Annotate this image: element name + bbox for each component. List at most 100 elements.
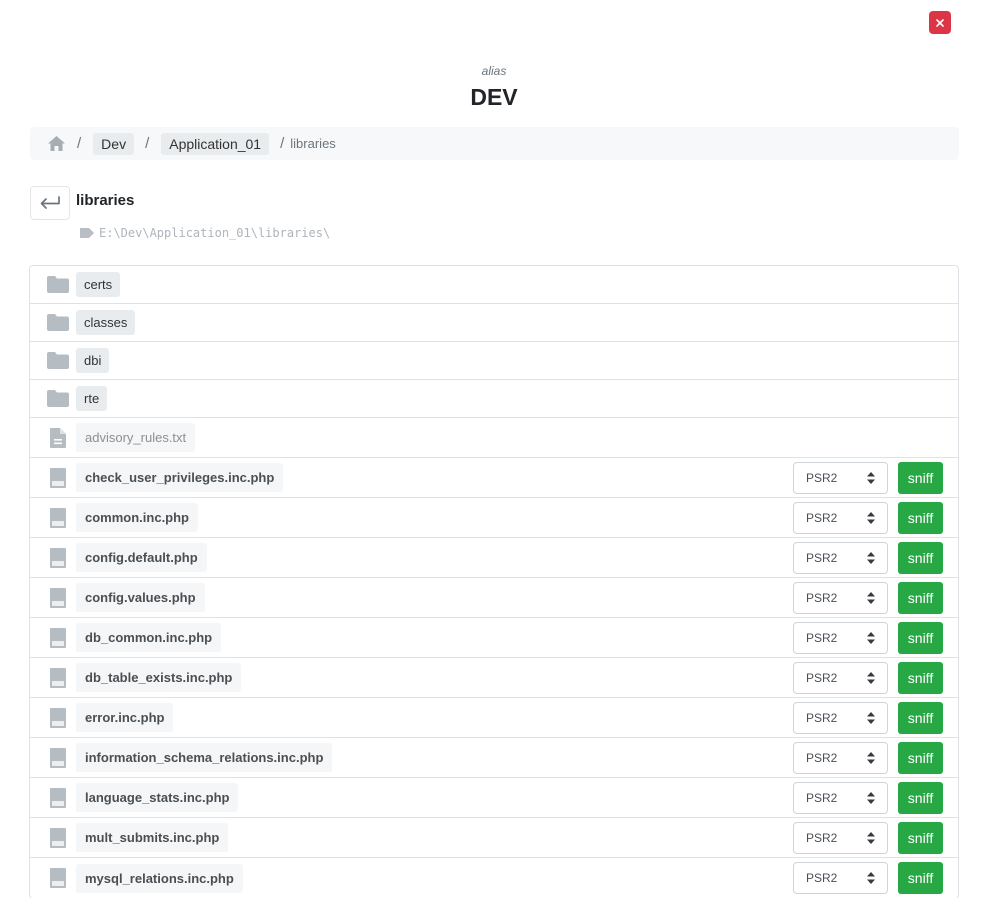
- folder-row[interactable]: certs: [30, 266, 958, 304]
- selected-standard: PSR2: [806, 671, 838, 685]
- file-name[interactable]: advisory_rules.txt: [76, 423, 196, 452]
- selected-standard: PSR2: [806, 791, 838, 805]
- close-button[interactable]: [929, 11, 951, 34]
- file-row[interactable]: advisory_rules.txt: [30, 418, 958, 458]
- file-name[interactable]: config.default.php: [76, 543, 207, 572]
- selected-standard: PSR2: [806, 751, 838, 765]
- sniff-button[interactable]: sniff: [898, 742, 943, 774]
- coding-standard-select[interactable]: PSR2: [793, 542, 888, 574]
- php-file-icon: [47, 827, 69, 848]
- php-file-row[interactable]: config.default.php PSR2 sniff: [30, 538, 958, 578]
- file-name[interactable]: error.inc.php: [76, 703, 174, 732]
- sniff-button[interactable]: sniff: [898, 582, 943, 614]
- selected-standard: PSR2: [806, 631, 838, 645]
- sort-icon: [867, 512, 875, 524]
- folder-name[interactable]: dbi: [76, 348, 110, 373]
- php-file-row[interactable]: information_schema_relations.inc.php PSR…: [30, 738, 958, 778]
- breadcrumb-separator: /: [280, 135, 285, 152]
- file-name[interactable]: mysql_relations.inc.php: [76, 863, 243, 893]
- sniff-button[interactable]: sniff: [898, 702, 943, 734]
- sniff-button[interactable]: sniff: [898, 822, 943, 854]
- php-file-icon: [47, 507, 69, 528]
- coding-standard-select[interactable]: PSR2: [793, 582, 888, 614]
- sniff-button[interactable]: sniff: [898, 462, 943, 494]
- sort-icon: [867, 472, 875, 484]
- file-name[interactable]: db_table_exists.inc.php: [76, 663, 242, 692]
- php-file-row[interactable]: mult_submits.inc.php PSR2 sniff: [30, 818, 958, 858]
- file-name[interactable]: config.values.php: [76, 583, 205, 612]
- directory-path-text: E:\Dev\Application_01\libraries\: [99, 226, 331, 240]
- folder-icon: [47, 313, 69, 333]
- php-file-icon: [47, 787, 69, 808]
- php-file-row[interactable]: db_common.inc.php PSR2 sniff: [30, 618, 958, 658]
- close-icon: [936, 18, 944, 27]
- directory-name: libraries: [76, 192, 135, 209]
- selected-standard: PSR2: [806, 871, 838, 885]
- php-file-row[interactable]: mysql_relations.inc.php PSR2 sniff: [30, 858, 958, 898]
- selected-standard: PSR2: [806, 831, 838, 845]
- selected-standard: PSR2: [806, 711, 838, 725]
- folder-name[interactable]: rte: [76, 386, 108, 411]
- php-file-row[interactable]: check_user_privileges.inc.php PSR2 sniff: [30, 458, 958, 498]
- tag-icon: [80, 228, 94, 238]
- selected-standard: PSR2: [806, 471, 838, 485]
- folder-row[interactable]: dbi: [30, 342, 958, 380]
- folder-icon: [47, 351, 69, 371]
- php-file-icon: [47, 747, 69, 768]
- php-file-icon: [47, 467, 69, 488]
- sniff-button[interactable]: sniff: [898, 622, 943, 654]
- php-file-icon: [47, 667, 69, 688]
- folder-row[interactable]: classes: [30, 304, 958, 342]
- php-file-icon: [47, 627, 69, 648]
- folder-row[interactable]: rte: [30, 380, 958, 418]
- php-file-icon: [47, 868, 69, 888]
- selected-standard: PSR2: [806, 551, 838, 565]
- file-name[interactable]: information_schema_relations.inc.php: [76, 743, 333, 772]
- coding-standard-select[interactable]: PSR2: [793, 622, 888, 654]
- coding-standard-select[interactable]: PSR2: [793, 662, 888, 694]
- coding-standard-select[interactable]: PSR2: [793, 782, 888, 814]
- sniff-button[interactable]: sniff: [898, 502, 943, 534]
- php-file-row[interactable]: config.values.php PSR2 sniff: [30, 578, 958, 618]
- sort-icon: [867, 832, 875, 844]
- text-file-icon: [47, 427, 69, 448]
- sniff-button[interactable]: sniff: [898, 662, 943, 694]
- breadcrumb-item-application[interactable]: Application_01: [161, 132, 270, 155]
- breadcrumb-item-dev[interactable]: Dev: [93, 132, 135, 155]
- folder-name[interactable]: certs: [76, 272, 121, 297]
- sort-icon: [867, 752, 875, 764]
- folder-name[interactable]: classes: [76, 310, 136, 335]
- home-icon[interactable]: [47, 135, 66, 152]
- coding-standard-select[interactable]: PSR2: [793, 862, 888, 894]
- coding-standard-select[interactable]: PSR2: [793, 822, 888, 854]
- selected-standard: PSR2: [806, 591, 838, 605]
- sniff-button[interactable]: sniff: [898, 542, 943, 574]
- sort-icon: [867, 592, 875, 604]
- sniff-button[interactable]: sniff: [898, 782, 943, 814]
- php-file-row[interactable]: language_stats.inc.php PSR2 sniff: [30, 778, 958, 818]
- breadcrumb-separator: /: [77, 135, 82, 152]
- coding-standard-select[interactable]: PSR2: [793, 502, 888, 534]
- breadcrumb-separator: /: [145, 135, 150, 152]
- php-file-icon: [47, 587, 69, 608]
- sort-icon: [867, 632, 875, 644]
- coding-standard-select[interactable]: PSR2: [793, 742, 888, 774]
- php-file-row[interactable]: db_table_exists.inc.php PSR2 sniff: [30, 658, 958, 698]
- php-file-icon: [47, 707, 69, 728]
- folder-icon: [47, 275, 69, 295]
- back-button[interactable]: [30, 186, 70, 220]
- file-name[interactable]: mult_submits.inc.php: [76, 823, 229, 852]
- php-file-row[interactable]: error.inc.php PSR2 sniff: [30, 698, 958, 738]
- coding-standard-select[interactable]: PSR2: [793, 702, 888, 734]
- php-file-row[interactable]: common.inc.php PSR2 sniff: [30, 498, 958, 538]
- file-name[interactable]: check_user_privileges.inc.php: [76, 463, 284, 492]
- directory-path: E:\Dev\Application_01\libraries\: [80, 226, 330, 240]
- coding-standard-select[interactable]: PSR2: [793, 462, 888, 494]
- selected-standard: PSR2: [806, 511, 838, 525]
- file-name[interactable]: common.inc.php: [76, 503, 198, 532]
- folder-icon: [47, 389, 69, 409]
- file-name[interactable]: db_common.inc.php: [76, 623, 222, 652]
- breadcrumb-current: libraries: [290, 136, 336, 151]
- file-name[interactable]: language_stats.inc.php: [76, 783, 239, 812]
- sniff-button[interactable]: sniff: [898, 862, 943, 894]
